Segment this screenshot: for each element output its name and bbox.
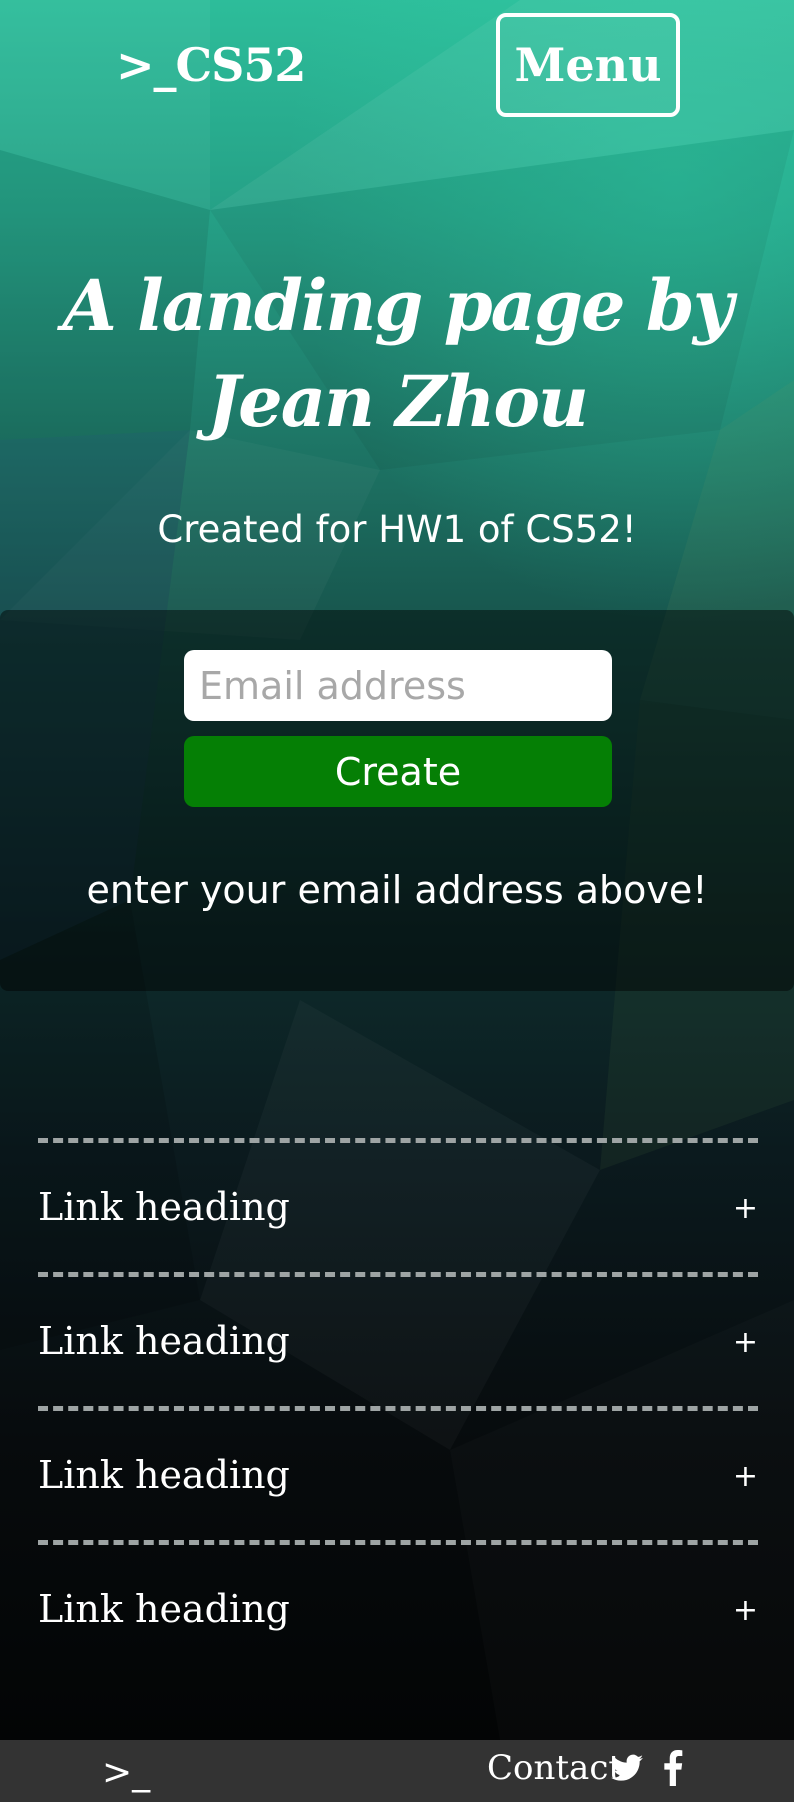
link-item[interactable]: Link heading + bbox=[38, 1272, 758, 1406]
brand-logo[interactable]: >_CS52 bbox=[116, 38, 306, 92]
link-item[interactable]: Link heading + bbox=[38, 1138, 758, 1272]
top-nav: >_CS52 Menu bbox=[0, 0, 794, 130]
footer-logo[interactable]: >_ bbox=[102, 1752, 150, 1793]
link-item[interactable]: Link heading + bbox=[38, 1540, 758, 1674]
contact-link[interactable]: Contact bbox=[487, 1748, 622, 1788]
create-button[interactable]: Create bbox=[184, 736, 612, 807]
expand-plus-icon[interactable]: + bbox=[733, 1593, 758, 1628]
email-input[interactable] bbox=[184, 650, 612, 721]
menu-button[interactable]: Menu bbox=[496, 13, 680, 117]
footer: >_ Contact bbox=[0, 1740, 794, 1802]
link-heading: Link heading bbox=[38, 1587, 290, 1631]
expand-plus-icon[interactable]: + bbox=[733, 1459, 758, 1494]
expand-plus-icon[interactable]: + bbox=[733, 1325, 758, 1360]
facebook-icon[interactable] bbox=[663, 1750, 683, 1786]
link-item[interactable]: Link heading + bbox=[38, 1406, 758, 1540]
link-list: Link heading + Link heading + Link headi… bbox=[38, 1138, 758, 1674]
twitter-icon[interactable] bbox=[611, 1753, 643, 1783]
hero-subtitle: Created for HW1 of CS52! bbox=[157, 508, 637, 551]
link-heading: Link heading bbox=[38, 1453, 290, 1497]
expand-plus-icon[interactable]: + bbox=[733, 1191, 758, 1226]
hero-title: A landing page by Jean Zhou bbox=[62, 264, 733, 443]
link-heading: Link heading bbox=[38, 1185, 290, 1229]
signup-hint: enter your email address above! bbox=[86, 868, 708, 912]
signup-panel: Create enter your email address above! bbox=[0, 610, 794, 991]
link-heading: Link heading bbox=[38, 1319, 290, 1363]
